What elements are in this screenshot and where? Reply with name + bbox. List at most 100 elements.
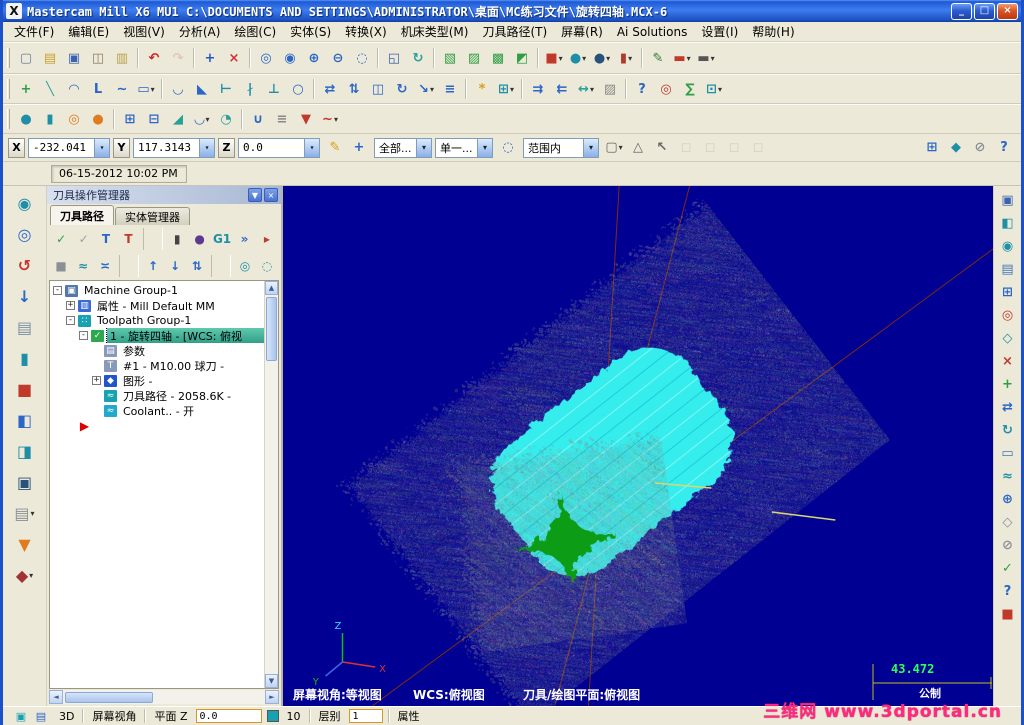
toolbar-grip[interactable]	[7, 48, 10, 68]
zoom-in[interactable]: ⊕	[303, 47, 325, 69]
surface-draft[interactable]: ◢	[167, 108, 189, 130]
menu-settings[interactable]: 设置(I)	[694, 21, 745, 42]
lock-toolpath[interactable]: ■	[51, 255, 71, 277]
menu-toolpaths[interactable]: 刀具路径(T)	[475, 21, 554, 42]
menu-xform[interactable]: 转换(X)	[338, 21, 394, 42]
mru-analyze-entity[interactable]: ◎	[10, 221, 40, 248]
rt-waves[interactable]: ≈	[996, 465, 1020, 487]
attr-line-style[interactable]: ▬	[695, 47, 717, 69]
move-insert-up[interactable]: ↑	[143, 255, 163, 277]
close-arc[interactable]: ○	[287, 78, 309, 100]
menu-create[interactable]: 绘图(C)	[227, 21, 283, 42]
tree-insert-arrow[interactable]: ▶	[50, 418, 264, 433]
join-entities[interactable]: ⊥	[263, 78, 285, 100]
selection-help[interactable]: ?	[993, 137, 1015, 159]
translucency[interactable]: ▮	[615, 47, 637, 69]
minimize-button[interactable]: _	[951, 3, 972, 20]
surface-cylinder[interactable]: ▮	[39, 108, 61, 130]
snap-settings[interactable]: *	[471, 78, 493, 100]
rt-add[interactable]: +	[996, 373, 1020, 395]
menu-ai-solutions[interactable]: Ai Solutions	[610, 23, 695, 41]
panel-collapse-button[interactable]: ▼	[248, 188, 262, 202]
tree-expander[interactable]: +	[66, 301, 75, 310]
tab-toolpaths[interactable]: 刀具路径	[50, 205, 114, 225]
nesting[interactable]: ⇉	[527, 78, 549, 100]
menu-analyze[interactable]: 分析(A)	[172, 21, 228, 42]
rt-grid[interactable]: ⊞	[996, 281, 1020, 303]
menu-screen[interactable]: 屏幕(R)	[554, 21, 610, 42]
undelete-entities[interactable]: ×	[223, 47, 245, 69]
z-coordinate-input[interactable]: 0.0▾	[238, 138, 320, 158]
tree-expander[interactable]: -	[66, 316, 75, 325]
wcs[interactable]: ●	[567, 47, 589, 69]
scrollbar-thumb[interactable]	[266, 297, 277, 361]
selection-all-select[interactable]: 全部...▾	[374, 138, 432, 158]
surface-fillet[interactable]: ◡	[191, 108, 213, 130]
planes[interactable]: ■	[543, 47, 565, 69]
mru-undo-arc[interactable]: ↺	[10, 252, 40, 279]
display-options[interactable]: ◌	[257, 255, 277, 277]
menu-help[interactable]: 帮助(H)	[745, 21, 801, 42]
select-polygon[interactable]: △	[627, 137, 649, 159]
z-axis-label[interactable]: Z	[218, 138, 235, 158]
toggle-toolpath-display[interactable]: ≈	[73, 255, 93, 277]
selection-single-select[interactable]: 单一...▾	[435, 138, 493, 158]
divide[interactable]: ∤	[239, 78, 261, 100]
mru-extrude[interactable]: ◧	[10, 407, 40, 434]
select-last[interactable]: ◌	[497, 137, 519, 159]
status-z-input[interactable]: 0.0	[196, 709, 262, 723]
regen-all[interactable]: T	[118, 228, 138, 250]
solid-sphere[interactable]: ●	[87, 108, 109, 130]
create-spline[interactable]: ∼	[111, 78, 133, 100]
dynamic-zoom[interactable]: ◌	[351, 47, 373, 69]
rt-save[interactable]: ▣	[996, 189, 1020, 211]
backplot[interactable]: ▮	[167, 228, 187, 250]
zoom-window[interactable]: ◎	[255, 47, 277, 69]
only-display-selected[interactable]: ◎	[235, 255, 255, 277]
close-button[interactable]: ×	[997, 3, 1018, 20]
scroll-up-icon[interactable]: ▲	[265, 281, 278, 295]
hatch[interactable]: ▨	[599, 78, 621, 100]
mru-file-new[interactable]: ▤	[10, 314, 40, 341]
xform-rotate[interactable]: ↻	[391, 78, 413, 100]
status-icon-gview[interactable]: ▣	[12, 708, 30, 724]
xform-3d-translate[interactable]: ⇅	[343, 78, 365, 100]
mru-paste[interactable]: ↓	[10, 283, 40, 310]
fit-screen[interactable]: ◱	[383, 47, 405, 69]
grid-params[interactable]: ⊡	[703, 78, 725, 100]
create-letters[interactable]: L	[87, 78, 109, 100]
xform-mirror[interactable]: ◫	[367, 78, 389, 100]
delete-entities[interactable]: +	[199, 47, 221, 69]
menu-edit[interactable]: 编辑(E)	[61, 21, 116, 42]
tree-expander[interactable]: +	[92, 376, 101, 385]
fast-point-mode[interactable]: ✎	[324, 137, 346, 159]
rt-delete[interactable]: ×	[996, 350, 1020, 372]
scroll-left-icon[interactable]: ◄	[49, 690, 63, 704]
move-insert-down[interactable]: ↓	[165, 255, 185, 277]
menu-file[interactable]: 文件(F)	[7, 21, 61, 42]
regen-selected[interactable]: T	[96, 228, 116, 250]
create-line[interactable]: ╲	[39, 78, 61, 100]
status-color-swatch[interactable]	[267, 710, 279, 722]
dropdown-arrow-icon[interactable]: ▾	[304, 139, 319, 157]
scrollbar-thumb[interactable]	[65, 692, 153, 703]
surface-sphere[interactable]: ●	[15, 108, 37, 130]
y-axis-label[interactable]: Y	[113, 138, 130, 158]
gview-named[interactable]: ⊞	[495, 78, 517, 100]
toolbar-grip[interactable]	[7, 109, 10, 129]
mru-machine-sim[interactable]: ◆	[10, 562, 40, 589]
save-file[interactable]: ▣	[63, 47, 85, 69]
un-nesting[interactable]: ⇇	[551, 78, 573, 100]
mask-group[interactable]: ◻	[723, 137, 745, 159]
surface-net[interactable]: ⊞	[119, 108, 141, 130]
mru-block[interactable]: ■	[10, 376, 40, 403]
file-merge[interactable]: ◫	[87, 47, 109, 69]
analyze-entity[interactable]: ?	[631, 78, 653, 100]
rt-shaded[interactable]: ◉	[996, 235, 1020, 257]
rt-hollow-diamond[interactable]: ◇	[996, 511, 1020, 533]
rt-stop[interactable]: ■	[996, 603, 1020, 625]
menu-view[interactable]: 视图(V)	[116, 21, 172, 42]
mru-wireframe[interactable]: ▤	[10, 500, 40, 527]
rt-rect[interactable]: ▭	[996, 442, 1020, 464]
high-speed[interactable]: ▸	[257, 228, 277, 250]
